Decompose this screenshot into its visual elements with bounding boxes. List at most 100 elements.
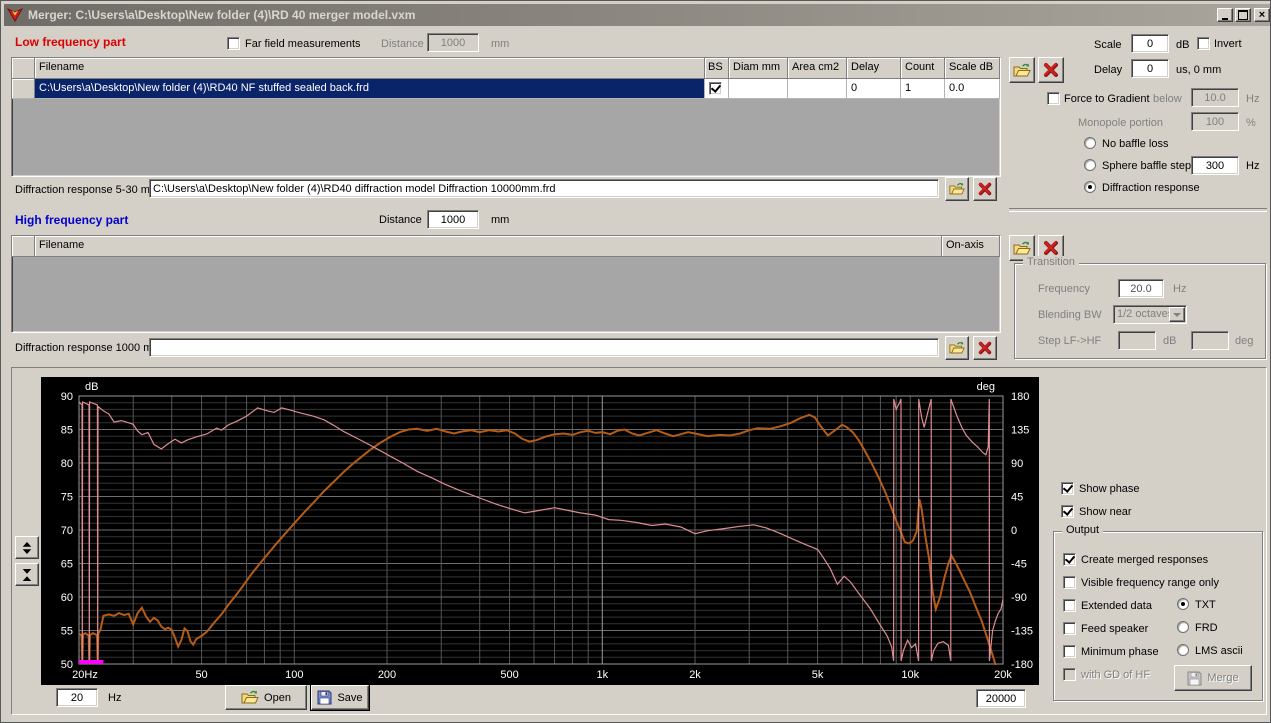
svg-text:10k: 10k	[901, 669, 919, 681]
show-near-label: Show near	[1079, 506, 1132, 518]
show-phase-checkbox[interactable]	[1061, 482, 1074, 495]
blending-bw-label: Blending BW	[1038, 309, 1102, 321]
lf-col-delay[interactable]: Delay mm	[847, 58, 901, 79]
lf-distance-label: Distance	[381, 38, 424, 50]
lf-row-filename[interactable]: C:\Users\a\Desktop\New folder (4)\RD40 N…	[35, 79, 705, 99]
delay-input[interactable]	[1131, 59, 1169, 78]
show-phase-label: Show phase	[1079, 483, 1140, 495]
blending-bw-dropdown: 1/2 octaves	[1113, 305, 1187, 324]
lf-col-scale[interactable]: Scale dB	[945, 58, 1000, 79]
svg-text:55: 55	[61, 626, 73, 638]
delay-unit: us, 0 mm	[1176, 64, 1222, 76]
sphere-baffle-unit: Hz	[1246, 160, 1260, 172]
lf-col-count[interactable]: Count	[901, 58, 945, 79]
far-field-checkbox[interactable]	[227, 37, 240, 50]
hf-diffraction-open-button[interactable]	[945, 336, 969, 360]
hf-diffraction-input[interactable]	[149, 338, 939, 357]
scale-input[interactable]	[1131, 34, 1169, 53]
save-button[interactable]: Save	[310, 684, 370, 711]
format-txt-radio[interactable]	[1177, 598, 1189, 610]
svg-text:80: 80	[61, 458, 73, 470]
hf-distance-input[interactable]	[427, 210, 479, 229]
open-button[interactable]: Open	[225, 685, 307, 710]
save-floppy-icon	[1187, 671, 1202, 685]
step-deg-unit: deg	[1235, 335, 1254, 347]
hf-distance-label: Distance	[379, 214, 422, 226]
lf-row-header	[12, 58, 35, 79]
hf-diffraction-label: Diffraction response 1000 mm	[15, 342, 162, 354]
lf-col-diam[interactable]: Diam mm	[729, 58, 788, 79]
sphere-baffle-label: Sphere baffle step	[1102, 160, 1192, 172]
with-gd-checkbox	[1063, 668, 1076, 681]
close-button[interactable]: ×	[1254, 8, 1270, 22]
merger-window: Merger: C:\Users\a\Desktop\New folder (4…	[0, 0, 1271, 723]
open-folder-icon	[949, 182, 965, 195]
hf-col-onaxis[interactable]: On-axis	[942, 236, 1000, 257]
delete-x-icon	[1044, 63, 1058, 77]
lf-col-bs[interactable]: BS	[705, 58, 729, 79]
freq-start-input[interactable]	[56, 688, 98, 707]
maximize-button[interactable]	[1235, 8, 1251, 22]
open-folder-icon	[1013, 63, 1031, 76]
no-baffle-loss-label: No baffle loss	[1102, 138, 1169, 150]
show-near-checkbox[interactable]	[1061, 505, 1074, 518]
delete-x-icon	[1044, 241, 1058, 255]
invert-checkbox[interactable]	[1197, 37, 1210, 50]
format-txt-label: TXT	[1195, 599, 1216, 611]
svg-text:100: 100	[285, 669, 303, 681]
open-folder-icon	[1013, 241, 1031, 254]
visible-range-label: Visible frequency range only	[1081, 577, 1219, 589]
lf-row-delay[interactable]: 0	[847, 79, 901, 99]
merge-button-label: Merge	[1207, 672, 1239, 684]
format-frd-radio[interactable]	[1177, 621, 1189, 633]
svg-text:5k: 5k	[812, 669, 824, 681]
lf-diffraction-clear-button[interactable]	[973, 177, 997, 201]
chart-plot: 90 85 80 75 70 65 60 55 50 180 135 90 45 0 -45 -90 -135 -…	[61, 381, 1033, 681]
lf-diffraction-open-button[interactable]	[945, 177, 969, 201]
delete-x-icon	[978, 182, 992, 196]
compress-arrows-icon	[22, 568, 32, 581]
svg-text:60: 60	[61, 592, 73, 604]
minimize-button[interactable]	[1217, 8, 1233, 22]
lf-diffraction-input[interactable]	[149, 179, 939, 198]
compress-y-range-button[interactable]	[15, 563, 39, 586]
feed-speaker-checkbox[interactable]	[1063, 622, 1076, 635]
lf-row-count[interactable]: 1	[901, 79, 945, 99]
lf-remove-files-button[interactable]	[1038, 57, 1064, 83]
svg-text:dB: dB	[85, 381, 98, 393]
lf-open-files-button[interactable]	[1009, 57, 1035, 83]
lf-row-diam[interactable]	[729, 79, 788, 99]
lf-col-filename[interactable]: Filename	[35, 58, 705, 79]
visible-range-checkbox[interactable]	[1063, 576, 1076, 589]
scale-unit: dB	[1176, 39, 1190, 51]
diffraction-response-radio[interactable]	[1084, 181, 1096, 193]
svg-text:50: 50	[61, 659, 73, 671]
scale-label: Scale	[1094, 39, 1122, 51]
format-lms-radio[interactable]	[1177, 644, 1189, 656]
invert-label: Invert	[1214, 38, 1242, 50]
force-gradient-checkbox[interactable]	[1047, 92, 1060, 105]
frequency-response-chart[interactable]: 90 85 80 75 70 65 60 55 50 180 135 90 45 0 -45 -90 -135 -…	[41, 377, 1039, 685]
svg-text:-90: -90	[1011, 592, 1027, 604]
lf-row-scale[interactable]: 0.0	[945, 79, 1000, 99]
sphere-baffle-radio[interactable]	[1084, 159, 1096, 171]
create-merged-checkbox[interactable]	[1063, 553, 1076, 566]
lf-row-selector[interactable]	[12, 79, 35, 99]
extended-data-label: Extended data	[1081, 600, 1152, 612]
save-button-label: Save	[337, 691, 363, 704]
freq-end-input[interactable]	[976, 689, 1026, 708]
lf-row-area[interactable]	[788, 79, 847, 99]
hf-col-filename[interactable]: Filename	[35, 236, 942, 257]
transition-frequency-input[interactable]	[1118, 279, 1164, 298]
no-baffle-loss-radio[interactable]	[1084, 137, 1096, 149]
minimum-phase-checkbox[interactable]	[1063, 645, 1076, 658]
svg-text:500: 500	[500, 669, 518, 681]
expand-y-range-button[interactable]	[15, 536, 39, 559]
svg-text:85: 85	[61, 425, 73, 437]
hf-diffraction-clear-button[interactable]	[973, 336, 997, 360]
sphere-baffle-input[interactable]	[1191, 156, 1239, 175]
svg-text:65: 65	[61, 559, 73, 571]
lf-col-area[interactable]: Area cm2	[788, 58, 847, 79]
extended-data-checkbox[interactable]	[1063, 599, 1076, 612]
lf-row-bs-checkbox[interactable]	[709, 82, 722, 95]
